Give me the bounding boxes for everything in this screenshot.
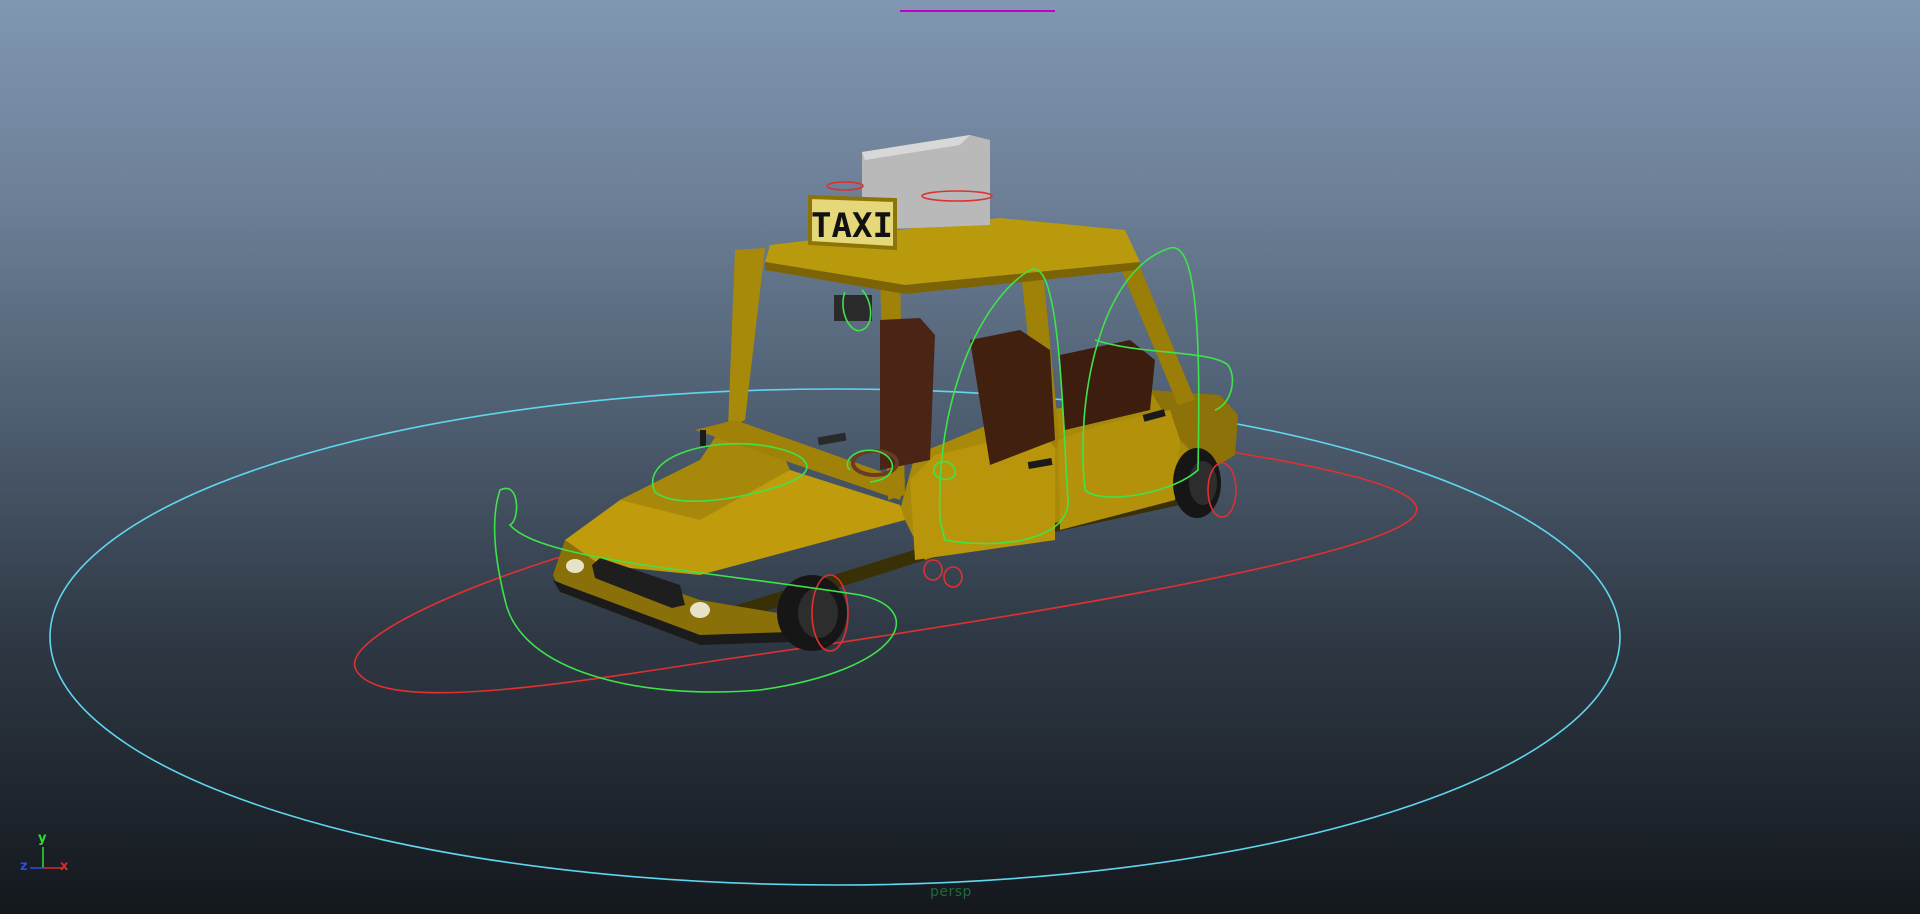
camera-name-label: persp <box>930 884 972 900</box>
front-seat <box>880 318 935 470</box>
door-hinge-control-b[interactable] <box>943 566 963 588</box>
rear-wheel <box>1173 448 1221 518</box>
axis-x-label: x <box>60 859 69 874</box>
axis-z-label: z <box>20 859 28 874</box>
roof-pillar-front-left <box>728 248 765 428</box>
maya-perspective-viewport[interactable]: TAXI y x z persp <box>0 0 1920 914</box>
taxi-car-model[interactable]: TAXI <box>553 135 1238 651</box>
taxi-sign-text: TAXI <box>811 206 893 246</box>
door-handle-front-left <box>817 432 847 446</box>
scene-canvas[interactable]: TAXI y x z <box>0 0 1920 914</box>
axis-gizmo: y x z <box>20 831 69 874</box>
door-hinge-control-a[interactable] <box>923 559 943 581</box>
roof-control-left[interactable] <box>826 181 864 191</box>
mirror <box>700 430 706 446</box>
headlight-left <box>566 559 584 573</box>
axis-y-label: y <box>38 831 47 846</box>
headlight-right <box>690 602 710 618</box>
hanging-tag <box>834 295 872 321</box>
